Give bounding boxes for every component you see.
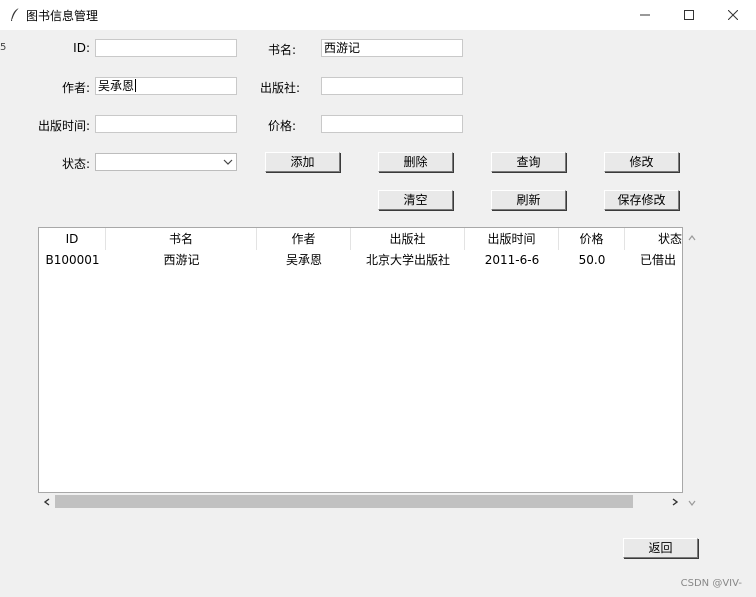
- add-button[interactable]: 添加: [265, 152, 340, 172]
- column-header-title[interactable]: 书名: [106, 228, 257, 250]
- author-value: 吴承恩: [98, 79, 135, 93]
- scrollbar-thumb[interactable]: [55, 495, 633, 508]
- column-header-price[interactable]: 价格: [559, 228, 625, 250]
- cell-status: 已借出: [640, 253, 677, 267]
- status-label: 状态:: [61, 157, 90, 171]
- scroll-right-icon[interactable]: [666, 493, 683, 510]
- column-header-author[interactable]: 作者: [257, 228, 351, 250]
- close-icon: [728, 10, 738, 20]
- window-title: 图书信息管理: [26, 9, 99, 23]
- save-changes-button[interactable]: 保存修改: [604, 190, 679, 210]
- column-header-publisher[interactable]: 出版社: [351, 228, 465, 250]
- column-header-pubdate[interactable]: 出版时间: [465, 228, 559, 250]
- modify-button[interactable]: 修改: [604, 152, 679, 172]
- minimize-icon: [640, 14, 650, 16]
- close-button[interactable]: [710, 0, 756, 30]
- cell-author: 吴承恩: [285, 253, 322, 267]
- cell-pubdate: 2011-6-6: [484, 253, 540, 267]
- publisher-label: 出版社:: [259, 81, 300, 95]
- query-button[interactable]: 查询: [491, 152, 566, 172]
- edge-mark: 5: [0, 42, 7, 53]
- publisher-field[interactable]: [321, 77, 463, 95]
- title-field[interactable]: 西游记: [321, 39, 463, 57]
- table-row[interactable]: B100001 西游记 吴承恩 北京大学出版社 2011-6-6 50.0 已借…: [39, 250, 682, 270]
- text-cursor: [135, 79, 137, 92]
- feather-icon: [11, 7, 20, 21]
- cell-price: 50.0: [578, 253, 606, 267]
- pubdate-label: 出版时间:: [37, 119, 90, 133]
- maximize-icon: [684, 10, 694, 20]
- id-field[interactable]: [95, 39, 237, 57]
- vertical-scrollbar[interactable]: [683, 227, 700, 516]
- clear-button[interactable]: 清空: [378, 190, 453, 210]
- column-header-id[interactable]: ID: [39, 228, 106, 250]
- scroll-up-icon[interactable]: [683, 229, 700, 246]
- id-label: ID:: [73, 41, 90, 55]
- status-combobox[interactable]: [95, 153, 237, 171]
- cell-id: B100001: [45, 253, 100, 267]
- author-field[interactable]: 吴承恩: [95, 77, 237, 95]
- cell-publisher: 北京大学出版社: [365, 253, 450, 267]
- chevron-down-icon: [223, 159, 233, 165]
- scroll-down-icon[interactable]: [683, 494, 700, 511]
- cell-title: 西游记: [163, 253, 200, 267]
- author-label: 作者:: [61, 81, 90, 95]
- minimize-button[interactable]: [622, 0, 668, 30]
- maximize-button[interactable]: [666, 0, 712, 30]
- price-field[interactable]: [321, 115, 463, 133]
- price-label: 价格:: [267, 119, 296, 133]
- delete-button[interactable]: 删除: [378, 152, 453, 172]
- watermark: CSDN @VIV-: [680, 578, 742, 589]
- scroll-left-icon[interactable]: [38, 493, 55, 510]
- horizontal-scrollbar[interactable]: [38, 493, 683, 510]
- column-header-status[interactable]: 状态: [625, 228, 682, 250]
- title-bar: 图书信息管理: [0, 0, 756, 30]
- back-button[interactable]: 返回: [623, 538, 698, 558]
- pubdate-field[interactable]: [95, 115, 237, 133]
- refresh-button[interactable]: 刷新: [491, 190, 566, 210]
- title-label: 书名:: [267, 43, 296, 57]
- book-table[interactable]: ID 书名 作者 出版社 出版时间 价格 状态 B100001 西游记 吴承恩 …: [38, 227, 683, 493]
